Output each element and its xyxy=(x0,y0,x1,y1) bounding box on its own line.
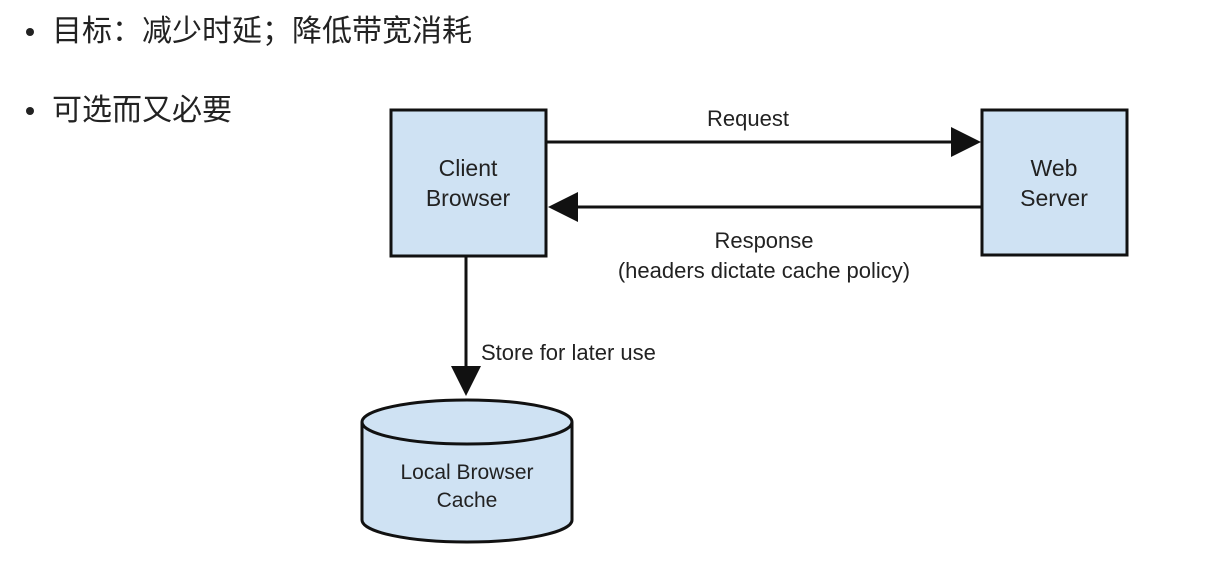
request-edge: Request xyxy=(546,106,981,157)
web-server-label-line2: Server xyxy=(1020,185,1088,211)
client-browser-label-line2: Browser xyxy=(426,185,511,211)
request-label: Request xyxy=(707,106,789,131)
client-browser-box xyxy=(389,108,548,258)
cache-flow-diagram: Client Browser Web Server Request Respon… xyxy=(360,106,1129,544)
cache-label-line1: Local Browser xyxy=(400,461,533,484)
web-server-label-line1: Web xyxy=(1031,155,1078,181)
web-server-node: Web Server xyxy=(980,108,1129,257)
cache-cylinder-top xyxy=(360,398,574,446)
cache-label-line2: Cache xyxy=(437,489,498,512)
web-server-box xyxy=(980,108,1129,257)
store-label: Store for later use xyxy=(481,340,656,365)
response-label: Response xyxy=(714,228,813,253)
client-browser-label-line1: Client xyxy=(439,155,498,181)
response-sublabel: (headers dictate cache policy) xyxy=(618,258,910,283)
local-cache-node: Local Browser Cache xyxy=(360,398,574,544)
client-browser-node: Client Browser xyxy=(389,108,548,258)
response-edge: Response (headers dictate cache policy) xyxy=(548,192,982,283)
